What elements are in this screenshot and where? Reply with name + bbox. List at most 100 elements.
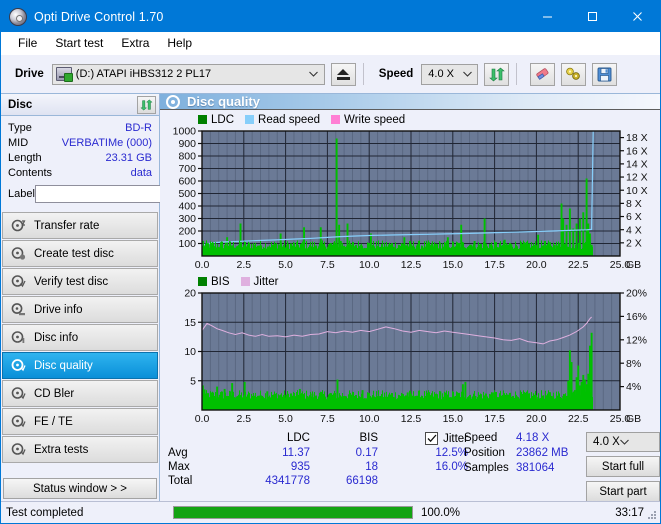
svg-text:0.0: 0.0 (195, 413, 210, 425)
svg-text:14 X: 14 X (626, 158, 648, 170)
disc-quality-icon (11, 358, 26, 373)
start-part-button[interactable]: Start part (586, 481, 660, 502)
top-chart-legend: LDC Read speed Write speed (160, 112, 660, 127)
menu-item-extra[interactable]: Extra (112, 33, 158, 53)
disc-info-icon (11, 330, 26, 345)
stats-total-bis: 66198 (310, 475, 378, 487)
elapsed-time: 33:17 (463, 507, 660, 519)
erase-button[interactable] (530, 63, 555, 86)
drive-icon (56, 67, 72, 81)
svg-text:5: 5 (190, 375, 196, 387)
sidebar-item-transfer-rate[interactable]: Transfer rate (2, 212, 158, 239)
svg-text:2.5: 2.5 (236, 413, 251, 425)
sidebar-item-fe-te[interactable]: FE / TE (2, 408, 158, 435)
sidebar-item-disc-quality[interactable]: Disc quality (2, 352, 158, 379)
drive-select[interactable]: (D:) ATAPI iHBS312 2 PL17 (52, 64, 325, 85)
progress-cell: 100.0% (173, 506, 463, 519)
svg-text:12.5: 12.5 (401, 259, 422, 271)
sidebar-item-drive-info[interactable]: Drive info (2, 296, 158, 323)
svg-text:16%: 16% (626, 311, 647, 323)
maximize-icon[interactable] (570, 1, 615, 32)
svg-text:GB: GB (626, 259, 641, 271)
status-window-wrap: Status window > > (1, 475, 159, 502)
tools-button[interactable] (561, 63, 586, 86)
menu-item-help[interactable]: Help (158, 33, 201, 53)
stats-col-jitter: Jitter (378, 432, 468, 445)
sidebar-item-label: Disc info (34, 332, 78, 344)
legend-label-jitter: Jitter (254, 276, 279, 288)
sidebar-item-cd-bler[interactable]: CD Bler (2, 380, 158, 407)
stats-table: LDC BIS Jitter Avg 11.37 0.17 12.5% Max (160, 432, 460, 502)
progress-bar (173, 506, 413, 519)
window-controls (525, 1, 660, 32)
svg-text:15.0: 15.0 (443, 259, 464, 271)
stats-buttons: 4.0 X Start full Start part (586, 432, 660, 502)
bottom-chart-svg[interactable]: 51015204%8%12%16%20%0.02.55.07.510.012.5… (160, 289, 660, 426)
svg-text:1000: 1000 (173, 127, 197, 138)
disc-label-key: Label (8, 188, 35, 200)
samples-key: Samples (464, 462, 516, 474)
panel-header: Disc quality (160, 94, 660, 110)
test-speed-select[interactable]: 4.0 X (586, 432, 660, 452)
sidebar-item-disc-info[interactable]: Disc info (2, 324, 158, 351)
tools-icon (565, 66, 582, 82)
sidebar-item-label: CD Bler (34, 388, 74, 400)
minimize-icon[interactable] (525, 1, 570, 32)
svg-text:20%: 20% (626, 289, 647, 300)
eject-button[interactable] (331, 63, 356, 86)
sidebar-spacer (1, 464, 159, 475)
save-button[interactable] (592, 63, 617, 86)
sidebar-item-label: Verify test disc (34, 276, 108, 288)
stats-max-jitter: 16.0% (378, 461, 468, 473)
refresh-button[interactable] (484, 63, 509, 86)
save-icon (597, 67, 612, 82)
disc-row-length: Length 23.31 GB (8, 151, 152, 166)
status-window-button[interactable]: Status window > > (3, 478, 157, 499)
disc-panel-header: Disc (1, 94, 159, 116)
svg-text:800: 800 (178, 151, 196, 163)
chevron-down-icon (620, 436, 629, 448)
svg-text:10.0: 10.0 (359, 259, 380, 271)
svg-text:900: 900 (178, 138, 196, 150)
close-icon[interactable] (615, 1, 660, 32)
svg-text:20: 20 (184, 289, 196, 300)
svg-text:16 X: 16 X (626, 145, 648, 157)
stats-max-ldc: 935 (230, 461, 310, 473)
svg-text:17.5: 17.5 (484, 413, 505, 425)
disc-quality-icon (166, 95, 180, 109)
sidebar-item-verify-test-disc[interactable]: Verify test disc (2, 268, 158, 295)
disc-row-value: 23.31 GB (106, 151, 152, 166)
svg-text:2 X: 2 X (626, 237, 642, 249)
sidebar-item-create-test-disc[interactable]: Create test disc (2, 240, 158, 267)
stats-row-avg-label: Avg (168, 447, 230, 459)
disc-refresh-button[interactable] (137, 96, 156, 114)
disc-row-key: Contents (8, 166, 52, 181)
svg-text:17.5: 17.5 (484, 259, 505, 271)
disc-label-row: Label (8, 184, 152, 204)
disc-row-key: Length (8, 151, 42, 166)
disc-row-key: Type (8, 121, 32, 136)
stats-max-bis: 18 (310, 461, 378, 473)
svg-text:0.0: 0.0 (195, 259, 210, 271)
start-full-button[interactable]: Start full (586, 456, 660, 477)
svg-text:8 X: 8 X (626, 198, 642, 210)
resize-grip[interactable] (647, 510, 657, 520)
jitter-checkbox[interactable] (425, 432, 438, 445)
svg-text:12.5: 12.5 (401, 413, 422, 425)
window-title: Opti Drive Control 1.70 (34, 10, 163, 24)
drive-select-value: (D:) ATAPI iHBS312 2 PL17 (76, 68, 211, 80)
drive-label: Drive (15, 68, 44, 80)
refresh-icon (140, 99, 153, 111)
page-title: Disc quality (187, 94, 260, 109)
top-chart-svg[interactable]: 10020030040050060070080090010002 X4 X6 X… (160, 127, 660, 272)
drive-info-icon (11, 302, 26, 317)
stats-col-ldc: LDC (230, 432, 310, 445)
menu-item-start-test[interactable]: Start test (46, 33, 112, 53)
sidebar-item-label: Drive info (34, 304, 83, 316)
stats-area: LDC BIS Jitter Avg 11.37 0.17 12.5% Max (160, 426, 660, 502)
svg-text:7.5: 7.5 (320, 259, 335, 271)
sidebar-item-extra-tests[interactable]: Extra tests (2, 436, 158, 463)
speed-select[interactable]: 4.0 X (421, 64, 478, 85)
svg-text:5.0: 5.0 (278, 413, 293, 425)
menu-item-file[interactable]: File (9, 33, 46, 53)
